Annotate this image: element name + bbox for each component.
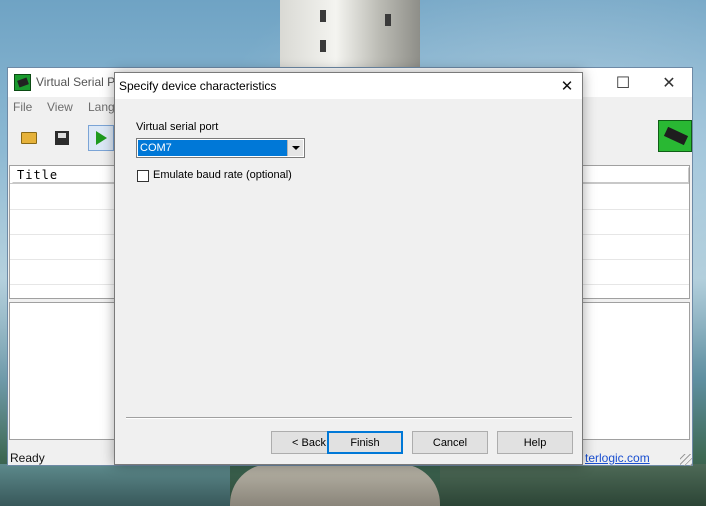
folder-open-icon: [21, 132, 37, 144]
finish-button[interactable]: Finish: [327, 431, 403, 454]
resize-grip-icon[interactable]: [680, 454, 692, 466]
status-text: Ready: [10, 451, 45, 465]
close-icon[interactable]: ✕: [646, 68, 692, 97]
port-select[interactable]: COM7: [136, 138, 305, 158]
dialog-close-icon[interactable]: ✕: [552, 73, 582, 99]
dialog-titlebar[interactable]: Specify device characteristics ✕: [115, 73, 582, 99]
wallpaper-rocks: [440, 464, 706, 506]
emulate-baud-checkbox[interactable]: [137, 170, 149, 182]
emulate-baud-label[interactable]: Emulate baud rate (optional): [153, 169, 292, 181]
chevron-down-icon[interactable]: [287, 140, 303, 156]
app-logo-icon: [14, 74, 31, 91]
open-button[interactable]: [16, 125, 42, 151]
divider: [126, 417, 572, 419]
maximize-icon[interactable]: ☐: [600, 68, 646, 97]
column-header-title-label: Title: [17, 168, 59, 182]
wallpaper-window: [320, 40, 326, 52]
wallpaper-lighthouse-base: [230, 464, 440, 506]
serial-device-icon: [658, 120, 692, 152]
dialog-title: Specify device characteristics: [119, 79, 277, 93]
wallpaper-window: [385, 14, 391, 26]
menu-view[interactable]: View: [47, 100, 73, 114]
floppy-disk-icon: [55, 131, 69, 145]
wallpaper-lighthouse: [280, 0, 420, 70]
help-button[interactable]: Help: [497, 431, 573, 454]
device-characteristics-dialog: Specify device characteristics ✕ Virtual…: [114, 72, 583, 465]
play-icon: [95, 131, 107, 145]
wallpaper-window: [320, 10, 326, 22]
cancel-button[interactable]: Cancel: [412, 431, 488, 454]
port-label: Virtual serial port: [136, 121, 219, 133]
start-button[interactable]: [88, 125, 114, 151]
wallpaper-sea: [0, 464, 230, 506]
app-title: Virtual Serial Po: [36, 75, 122, 89]
save-button[interactable]: [49, 125, 75, 151]
port-select-value: COM7: [138, 140, 287, 156]
website-link[interactable]: terlogic.com: [585, 451, 650, 465]
menu-file[interactable]: File: [13, 100, 32, 114]
